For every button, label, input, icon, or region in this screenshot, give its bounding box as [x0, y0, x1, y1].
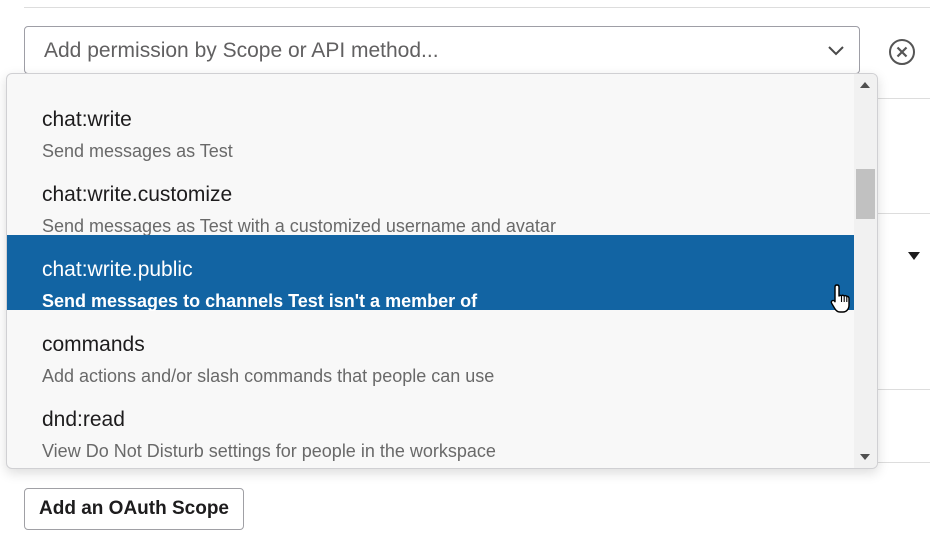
- divider: [878, 98, 930, 99]
- dropdown-option-chat-write-public[interactable]: chat:write.public Send messages to chann…: [7, 235, 854, 311]
- option-name: commands: [42, 333, 145, 356]
- divider: [878, 389, 930, 390]
- option-description: View Do Not Disturb settings for people …: [42, 441, 496, 461]
- scroll-up-arrow-icon[interactable]: [860, 82, 870, 88]
- option-description: Send messages as Test: [42, 141, 233, 161]
- option-description: Send messages to channels Test isn't a m…: [42, 291, 478, 311]
- pointer-hand-cursor-icon: [830, 284, 850, 313]
- option-name: dnd:read: [42, 408, 125, 431]
- option-name: chat:write.customize: [42, 183, 233, 206]
- option-description: Send messages as Test with a customized …: [42, 216, 556, 236]
- add-oauth-scope-button[interactable]: Add an OAuth Scope: [24, 488, 244, 530]
- divider: [24, 7, 930, 8]
- dropdown-option-chat-write-customize[interactable]: chat:write.customize Send messages as Te…: [7, 160, 854, 236]
- divider: [878, 213, 930, 214]
- dropdown-scrollbar[interactable]: [854, 74, 877, 468]
- caret-down-icon[interactable]: [907, 251, 921, 261]
- chevron-down-icon[interactable]: [827, 43, 845, 57]
- scroll-down-arrow-icon[interactable]: [860, 454, 870, 460]
- dropdown-option-chat-write[interactable]: chat:write Send messages as Test: [7, 85, 854, 161]
- clear-circle-x-icon[interactable]: [888, 38, 916, 66]
- option-name: chat:write: [42, 108, 132, 131]
- dropdown-option-dnd-read[interactable]: dnd:read View Do Not Disturb settings fo…: [7, 385, 854, 461]
- dropdown-option-commands[interactable]: commands Add actions and/or slash comman…: [7, 310, 854, 386]
- option-description: Add actions and/or slash commands that p…: [42, 366, 495, 386]
- scope-select-input[interactable]: Add permission by Scope or API method...: [24, 26, 860, 74]
- option-name: chat:write.public: [42, 258, 193, 281]
- select-placeholder: Add permission by Scope or API method...: [44, 39, 439, 62]
- scope-dropdown-list: chat:write Send messages as Test chat:wr…: [6, 73, 878, 469]
- divider: [878, 462, 930, 463]
- scrollbar-thumb[interactable]: [856, 169, 875, 219]
